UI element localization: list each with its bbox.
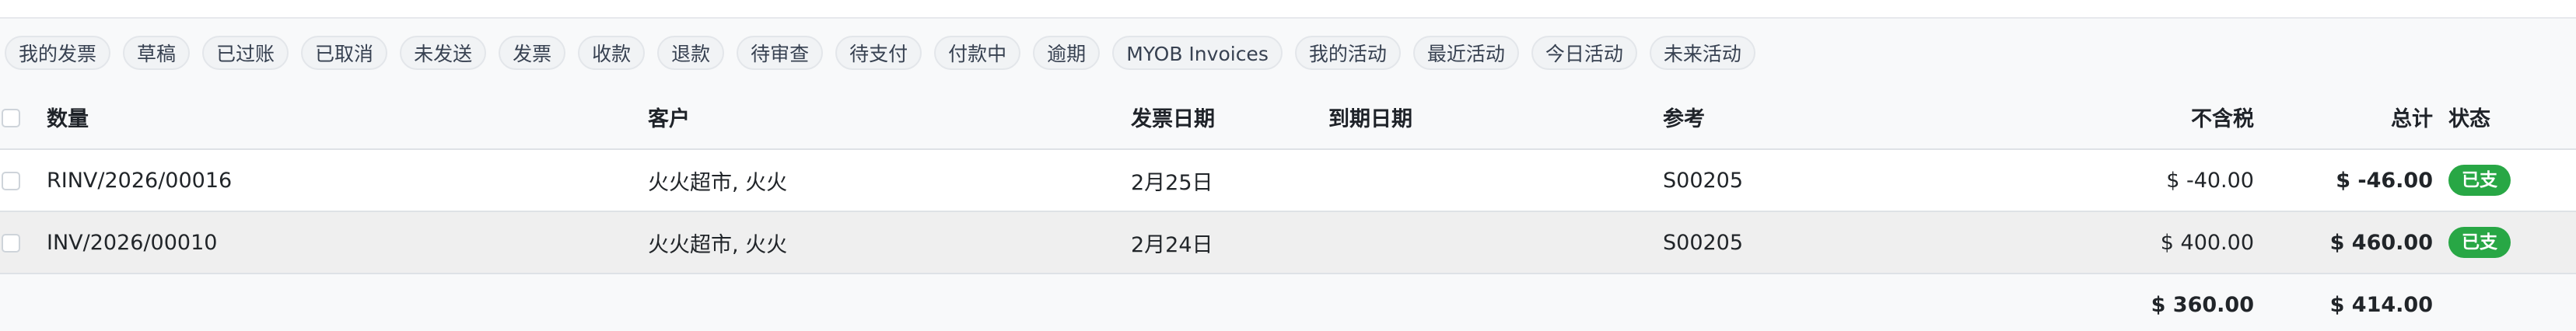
col-header-invoice-date[interactable]: 发票日期 (1131, 85, 1328, 149)
cell-untaxed: $ -40.00 (2166, 168, 2254, 193)
table-row[interactable]: RINV/2026/00016 火火超市, 火火 2月25日 S00205 $ … (0, 149, 2576, 211)
filter-not-sent[interactable]: 未发送 (400, 36, 487, 70)
cell-number: RINV/2026/00016 (47, 168, 233, 193)
table-row[interactable]: INV/2026/00010 火火超市, 火火 2月24日 S00205 $ 4… (0, 211, 2576, 274)
total-untaxed: $ 360.00 (2151, 293, 2254, 317)
row-checkbox[interactable] (2, 234, 20, 253)
top-divider (0, 0, 2576, 19)
col-header-customer[interactable]: 客户 (648, 85, 1131, 149)
totals-spacer (1663, 274, 2145, 331)
select-all-cell (0, 85, 47, 149)
filter-to-pay[interactable]: 待支付 (835, 36, 922, 70)
cell-reference: S00205 (1663, 230, 1744, 255)
filter-today-activities[interactable]: 今日活动 (1531, 36, 1637, 70)
filter-to-review[interactable]: 待审查 (737, 36, 824, 70)
col-header-total[interactable]: 总计 (2254, 85, 2433, 149)
filter-recent-activities[interactable]: 最近活动 (1412, 36, 1519, 70)
totals-spacer (648, 274, 1131, 331)
cell-due-date (1328, 149, 1663, 211)
filter-future-activities[interactable]: 未来活动 (1649, 36, 1755, 70)
filter-receipts[interactable]: 收款 (578, 36, 646, 70)
filter-my-activities[interactable]: 我的活动 (1294, 36, 1401, 70)
totals-spacer (1328, 274, 1663, 331)
row-select-cell (0, 149, 47, 211)
cell-untaxed: $ 400.00 (2160, 230, 2254, 255)
filter-draft[interactable]: 草稿 (123, 36, 191, 70)
col-header-status[interactable]: 状态 (2433, 85, 2576, 149)
col-header-status-label: 状态 (2448, 107, 2490, 131)
filter-cancelled[interactable]: 已取消 (301, 36, 388, 70)
filter-overdue[interactable]: 逾期 (1033, 36, 1101, 70)
invoice-table: 数量 客户 发票日期 到期日期 参考 不含税 总计 状态 RINV/2026/0… (0, 85, 2576, 331)
totals-spacer (1131, 274, 1328, 331)
table-header-row: 数量 客户 发票日期 到期日期 参考 不含税 总计 状态 (0, 85, 2576, 149)
filter-invoices[interactable]: 发票 (499, 36, 566, 70)
cell-invoice-date: 2月24日 (1131, 232, 1213, 257)
col-header-due-date[interactable]: 到期日期 (1328, 85, 1663, 149)
invoice-list-view: 我的发票 草稿 已过账 已取消 未发送 发票 收款 退款 待审查 待支付 付款中… (0, 0, 2576, 331)
totals-spacer (47, 274, 648, 331)
cell-invoice-date: 2月25日 (1131, 170, 1213, 195)
cell-customer: 火火超市, 火火 (648, 232, 788, 257)
filter-posted[interactable]: 已过账 (202, 36, 289, 70)
col-header-reference[interactable]: 参考 (1663, 85, 2145, 149)
filter-my-invoices[interactable]: 我的发票 (5, 36, 111, 70)
row-checkbox[interactable] (2, 172, 20, 190)
cell-reference: S00205 (1663, 168, 1744, 193)
col-header-untaxed[interactable]: 不含税 (2145, 85, 2254, 149)
cell-total: $ 460.00 (2329, 230, 2433, 255)
cell-status: 已支 (2433, 211, 2576, 274)
col-header-number[interactable]: 数量 (47, 85, 648, 149)
totals-row: $ 360.00 $ 414.00 (0, 274, 2576, 331)
filter-bar: 我的发票 草稿 已过账 已取消 未发送 发票 收款 退款 待审查 待支付 付款中… (5, 36, 1755, 70)
select-all-checkbox[interactable] (2, 108, 20, 127)
status-badge: 已支 (2448, 165, 2511, 196)
total-amount: $ 414.00 (2329, 293, 2433, 317)
cell-number: INV/2026/00010 (47, 230, 218, 255)
filter-refunds[interactable]: 退款 (657, 36, 725, 70)
filter-in-payment[interactable]: 付款中 (934, 36, 1021, 70)
cell-due-date (1328, 211, 1663, 274)
cell-customer: 火火超市, 火火 (648, 170, 788, 195)
status-badge: 已支 (2448, 227, 2511, 258)
totals-spacer (0, 274, 47, 331)
row-select-cell (0, 211, 47, 274)
filter-myob-invoices[interactable]: MYOB Invoices (1112, 36, 1283, 70)
totals-spacer (2433, 274, 2576, 331)
cell-status: 已支 (2433, 149, 2576, 211)
cell-total: $ -46.00 (2336, 168, 2433, 193)
